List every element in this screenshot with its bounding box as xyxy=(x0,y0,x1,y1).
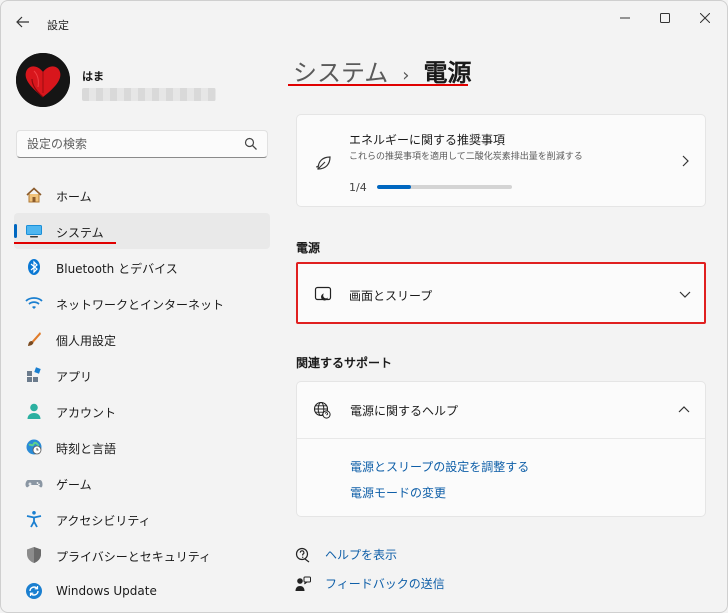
back-arrow-icon xyxy=(16,16,29,28)
back-button[interactable] xyxy=(11,11,35,33)
home-icon xyxy=(25,186,43,204)
sidebar-item-time-language[interactable]: 時刻と言語 xyxy=(14,429,270,465)
sidebar-item-apps[interactable]: アプリ xyxy=(14,357,270,393)
maximize-icon xyxy=(660,13,670,23)
maximize-button[interactable] xyxy=(653,9,677,27)
energy-recommendations-card[interactable]: エネルギーに関する推奨事項 これらの推奨事項を適用して二酸化炭素排出量を削減する… xyxy=(296,114,706,207)
title-bar: 設定 xyxy=(1,1,727,41)
progress-fill xyxy=(377,185,411,189)
chevron-right-icon xyxy=(682,155,689,167)
screen-sleep-icon xyxy=(314,286,332,301)
sidebar-item-label: アクセシビリティ xyxy=(56,514,151,528)
sidebar-item-windows-update[interactable]: Windows Update xyxy=(14,573,270,609)
sidebar-item-label: Windows Update xyxy=(56,584,157,598)
globe-help-icon xyxy=(313,401,331,419)
time-language-icon xyxy=(25,438,43,456)
sidebar-item-label: アカウント xyxy=(56,406,117,420)
screen-and-sleep-expander[interactable]: 画面とスリープ xyxy=(296,262,706,324)
sidebar-item-bluetooth[interactable]: Bluetooth とデバイス xyxy=(14,249,270,285)
help-chat-icon xyxy=(295,547,310,562)
sidebar-item-personalization[interactable]: 個人用設定 xyxy=(14,321,270,357)
sidebar-item-home[interactable]: ホーム xyxy=(14,177,270,213)
minimize-icon xyxy=(620,17,630,19)
sidebar-item-label: アプリ xyxy=(56,370,93,384)
recommendation-progress-bar xyxy=(377,185,512,189)
sidebar-item-accessibility[interactable]: アクセシビリティ xyxy=(14,501,270,537)
send-feedback-label: フィードバックの送信 xyxy=(325,577,445,591)
apps-icon xyxy=(25,366,43,384)
gamepad-icon xyxy=(25,474,43,492)
link-change-power-mode[interactable]: 電源モードの変更 xyxy=(350,484,446,501)
sidebar-item-label: システム xyxy=(56,226,104,240)
avatar-heart-image xyxy=(16,53,70,107)
account-icon xyxy=(25,402,43,420)
section-heading-related-support: 関連するサポート xyxy=(296,356,393,370)
sidebar-item-label: 時刻と言語 xyxy=(56,442,117,456)
annotation-underline-title xyxy=(288,84,468,86)
power-help-label: 電源に関するヘルプ xyxy=(350,404,459,418)
feedback-icon xyxy=(295,576,311,591)
send-feedback-link[interactable]: フィードバックの送信 xyxy=(295,575,445,592)
sidebar-item-gaming[interactable]: ゲーム xyxy=(14,465,270,501)
sidebar-item-privacy-security[interactable]: プライバシーとセキュリティ xyxy=(14,537,270,573)
profile-name: はま xyxy=(82,70,104,83)
sidebar-item-label: ホーム xyxy=(56,190,92,204)
annotation-underline-system xyxy=(14,242,116,244)
accessibility-icon xyxy=(25,510,43,528)
minimize-button[interactable] xyxy=(613,9,637,27)
sidebar-item-label: ゲーム xyxy=(56,478,92,492)
search-input[interactable] xyxy=(17,131,227,157)
sidebar-item-label: プライバシーとセキュリティ xyxy=(56,550,212,564)
system-icon xyxy=(25,222,43,240)
wifi-icon xyxy=(25,294,43,312)
selection-indicator xyxy=(14,224,17,238)
recommendation-title: エネルギーに関する推奨事項 xyxy=(349,133,506,147)
settings-search-box[interactable] xyxy=(16,130,268,158)
leaf-icon xyxy=(315,156,331,170)
close-icon xyxy=(700,13,710,23)
sidebar-item-label: 個人用設定 xyxy=(56,334,117,348)
sidebar-item-network[interactable]: ネットワークとインターネット xyxy=(14,285,270,321)
get-help-label: ヘルプを表示 xyxy=(325,548,398,562)
brush-icon xyxy=(25,330,43,348)
settings-window: 設定 はま ホーム xyxy=(0,0,728,613)
breadcrumb-separator: › xyxy=(402,65,410,86)
sidebar-item-accounts[interactable]: アカウント xyxy=(14,393,270,429)
sidebar-item-label: Bluetooth とデバイス xyxy=(56,262,178,276)
close-button[interactable] xyxy=(693,9,717,27)
breadcrumb-parent[interactable]: システム xyxy=(293,53,388,88)
recommendation-description: これらの推奨事項を適用して二酸化炭素排出量を削減する xyxy=(349,152,583,162)
profile-email-redacted xyxy=(82,88,216,101)
bluetooth-icon xyxy=(25,258,43,276)
chevron-up-icon xyxy=(678,406,690,413)
windows-update-icon xyxy=(25,582,43,600)
get-help-link[interactable]: ヘルプを表示 xyxy=(295,546,397,563)
power-help-expander[interactable]: 電源に関するヘルプ xyxy=(297,382,705,439)
app-title: 設定 xyxy=(47,19,69,32)
sidebar-item-label: ネットワークとインターネット xyxy=(56,298,225,312)
recommendation-progress-text: 1/4 xyxy=(349,181,367,194)
shield-icon xyxy=(25,546,43,564)
section-heading-power: 電源 xyxy=(296,241,321,255)
avatar[interactable] xyxy=(16,53,70,107)
search-icon[interactable] xyxy=(244,137,258,151)
chevron-down-icon xyxy=(679,291,691,298)
breadcrumb: システム › 電源 xyxy=(293,53,471,88)
link-adjust-power-sleep[interactable]: 電源とスリープの設定を調整する xyxy=(350,458,529,475)
page-title: 電源 xyxy=(423,59,472,87)
screen-and-sleep-label: 画面とスリープ xyxy=(349,289,433,303)
power-help-card: 電源に関するヘルプ 電源とスリープの設定を調整する 電源モードの変更 xyxy=(296,381,706,517)
